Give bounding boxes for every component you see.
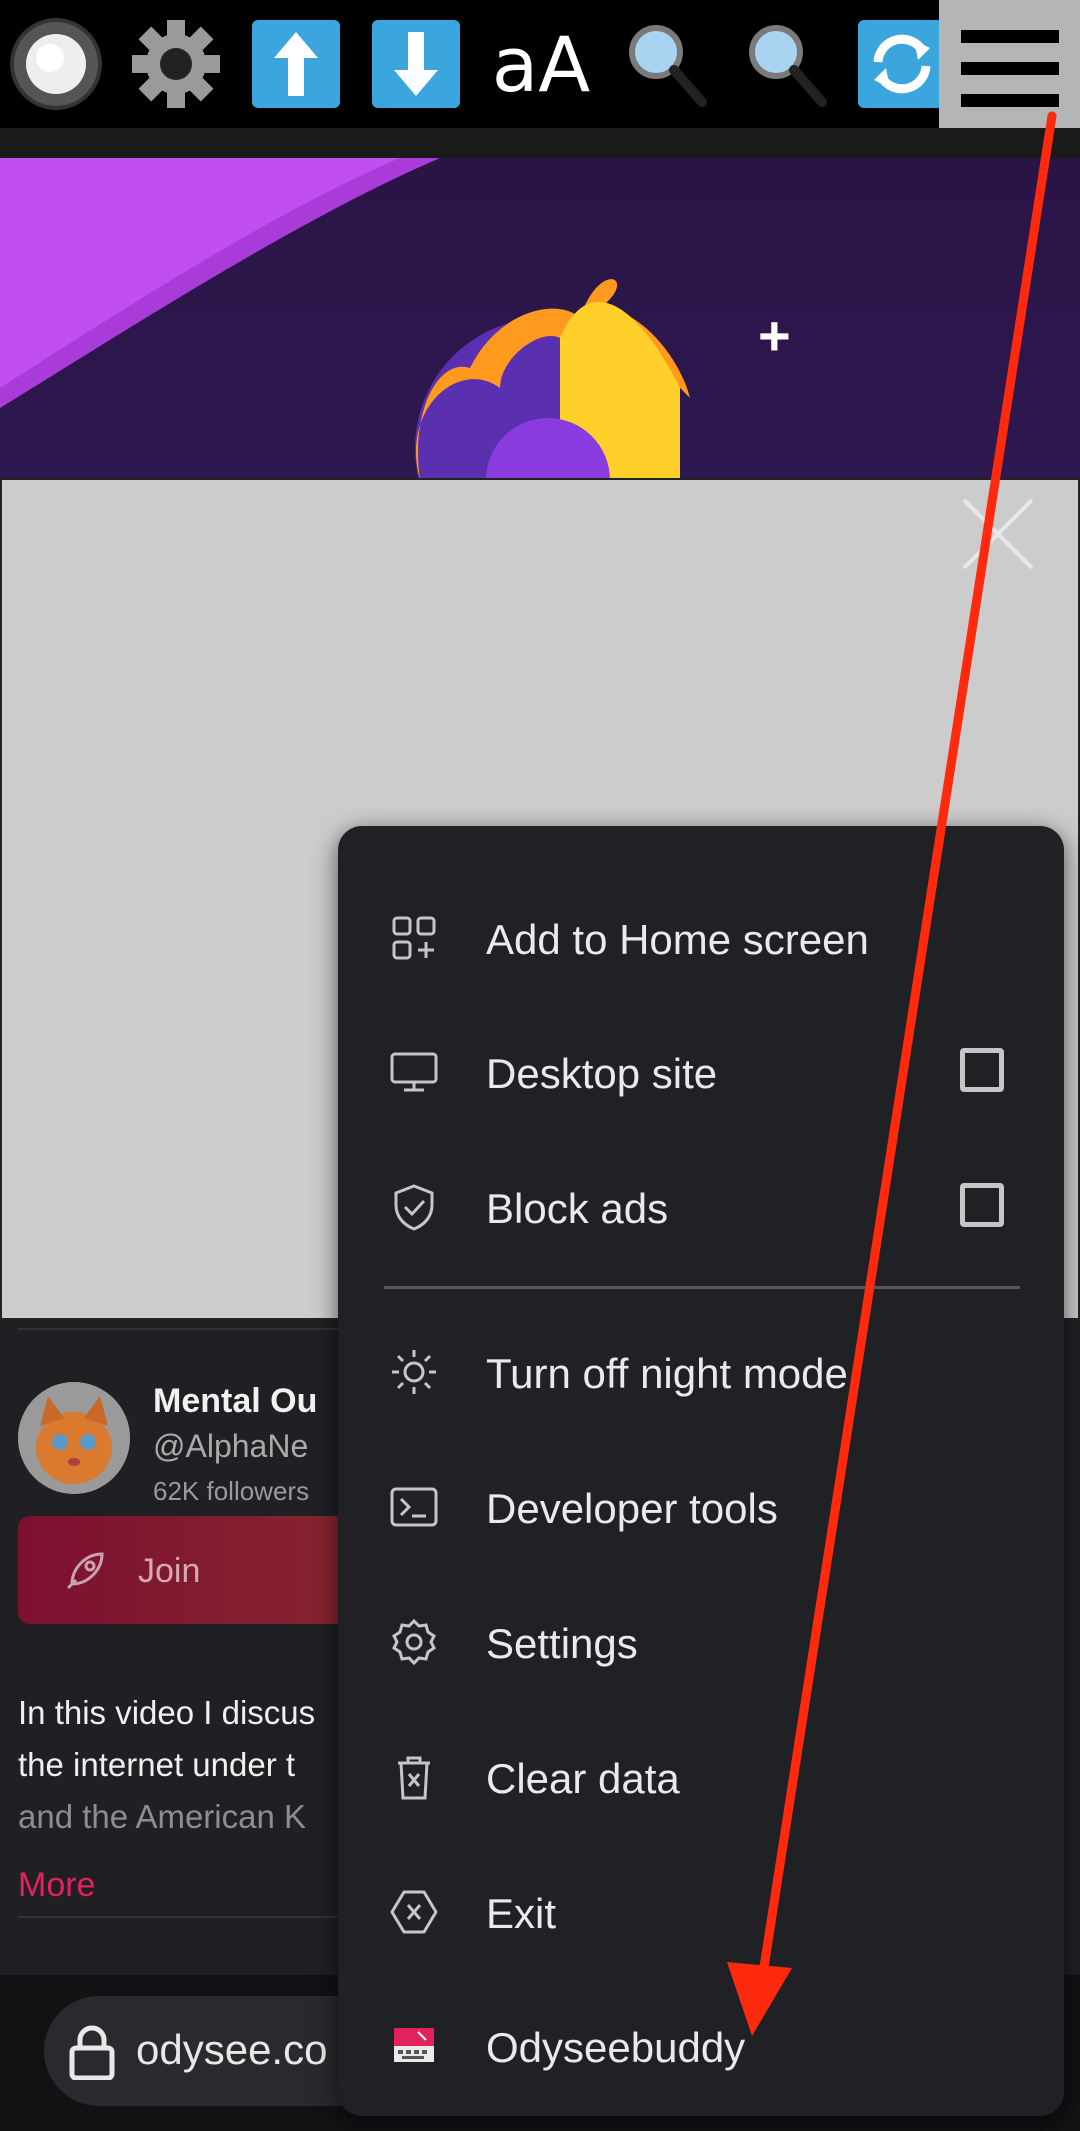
arrow-up-icon [252,20,340,108]
description-line: the internet under t [18,1746,296,1783]
scroll-down-button[interactable] [366,14,466,114]
menu-item-developer-tools[interactable]: Developer tools [338,1447,1064,1567]
channel-avatar[interactable] [18,1382,130,1494]
zoom-out-button[interactable] [736,14,836,114]
channel-handle: @AlphaNe [153,1428,309,1464]
menu-item-desktop-site[interactable]: Desktop site [338,1012,1064,1132]
description-line: In this video I discus [18,1694,316,1731]
hero-banner: + [0,158,1080,480]
menu-item-label: Exit [486,1890,557,1937]
menu-item-label: Developer tools [486,1485,778,1532]
menu-divider [384,1286,1020,1289]
odyseebuddy-icon [394,2028,434,2062]
menu-item-odyseebuddy[interactable]: Odyseebuddy [338,1986,1064,2106]
text-size-button[interactable]: aA [486,14,596,114]
menu-item-night-mode[interactable]: Turn off night mode [338,1312,1064,1432]
menu-item-settings[interactable]: Settings [338,1582,1064,1702]
description-line: and the American K [18,1798,307,1835]
menu-item-clear-data[interactable]: Clear data [338,1717,1064,1837]
top-toolbar: aA [0,0,1080,128]
terminal-icon [390,1487,438,1527]
record-icon [10,18,102,110]
record-button[interactable] [6,14,106,114]
more-link[interactable]: More [18,1866,95,1905]
channel-name[interactable]: Mental Ou [153,1382,317,1421]
gear-icon [132,20,220,108]
menu-item-label: Desktop site [486,1050,718,1097]
add-tab-icon[interactable]: + [758,308,791,364]
zoom-in-button[interactable] [616,14,716,114]
tab-strip [0,128,1080,158]
lock-icon [69,2025,115,2080]
gear-icon [392,1618,436,1666]
menu-item-label: Add to Home screen [486,916,869,963]
url-text[interactable]: odysee.co [136,2026,327,2074]
follower-count: 62K followers [153,1476,310,1506]
text-size-label: aA [491,19,591,109]
overflow-menu: Add to Home screen Desktop site Block ad… [338,826,1064,2116]
block-ads-checkbox[interactable] [960,1183,1004,1227]
divider [18,1916,348,1918]
monitor-icon [390,1052,438,1092]
close-icon[interactable] [960,496,1036,572]
join-label: Join [138,1552,201,1590]
menu-item-label: Odyseebuddy [486,2024,746,2071]
menu-item-label: Settings [486,1620,638,1667]
cat-avatar-icon [18,1382,130,1494]
magnifier-icon [749,25,827,107]
add-to-home-icon [392,916,436,960]
exit-icon [390,1890,438,1934]
menu-item-block-ads[interactable]: Block ads [338,1147,1064,1267]
refresh-icon [858,20,946,108]
menu-item-exit[interactable]: Exit [338,1852,1064,1972]
magnifier-icon [629,25,707,107]
menu-button[interactable] [939,0,1080,140]
rocket-icon [66,1552,104,1590]
menu-item-label: Turn off night mode [486,1350,848,1397]
trash-icon [398,1756,430,1800]
firefox-artwork [0,158,690,480]
menu-item-label: Block ads [486,1185,669,1232]
sun-icon [392,1350,436,1394]
divider [18,1328,348,1330]
arrow-down-icon [372,20,460,108]
desktop-site-checkbox[interactable] [960,1048,1004,1092]
menu-item-label: Clear data [486,1755,680,1802]
settings-button[interactable] [126,14,226,114]
menu-item-add-to-home[interactable]: Add to Home screen [338,878,1064,998]
shield-check-icon [394,1184,434,1231]
scroll-up-button[interactable] [246,14,346,114]
refresh-button[interactable] [852,14,952,114]
